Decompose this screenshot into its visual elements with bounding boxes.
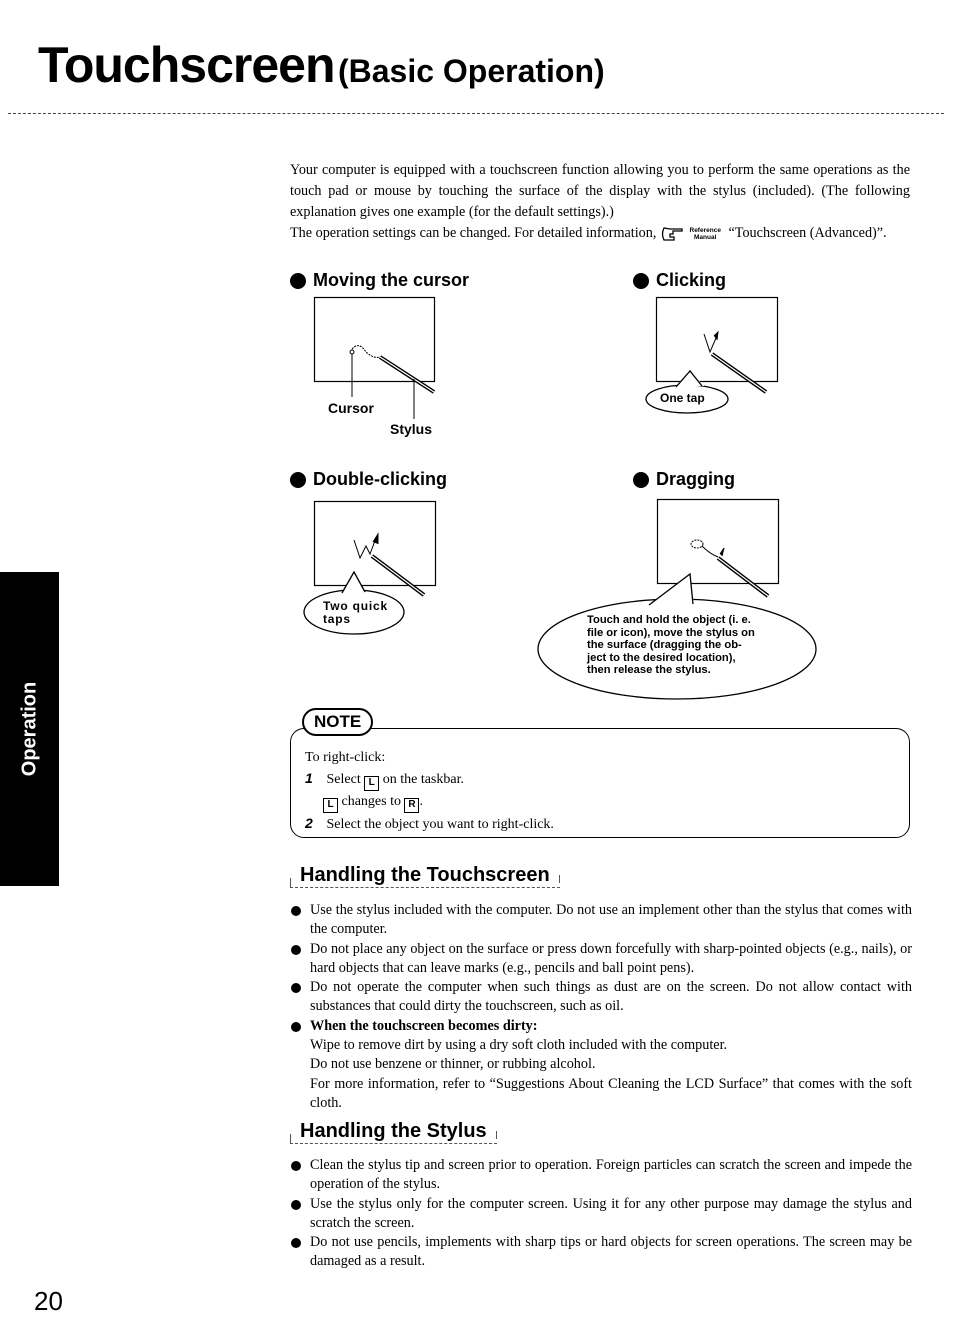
r-key-icon: R (404, 798, 420, 813)
bullet-dot-icon (290, 272, 306, 289)
intro-paragraph-2-after: “Touchscreen (Advanced)”. (728, 225, 887, 241)
list-item: Do not use pencils, implements with shar… (290, 1233, 912, 1272)
list-item: Clean the stylus tip and screen prior to… (290, 1156, 912, 1195)
page-title: Touchscreen (Basic Operation) (38, 36, 605, 94)
note-step-1-before: Select (326, 772, 361, 787)
page-title-sub: (Basic Operation) (337, 53, 605, 89)
handling-stylus-list: Clean the stylus tip and screen prior to… (290, 1156, 912, 1272)
heading-dragging-text: Dragging (656, 469, 735, 489)
bubble-dragging-line: ject to the desired location), (587, 651, 736, 664)
bullet-dot-icon (290, 471, 306, 488)
heading-handling-touchscreen: Handling the Touchscreen (290, 864, 560, 888)
note-step-2: 2 Select the object you want to right-cl… (305, 813, 554, 835)
note-step-1: 1 Select L on the taskbar. (305, 768, 554, 791)
list-item: Do not place any object on the surface o… (290, 940, 912, 979)
page-number: 20 (34, 1286, 63, 1316)
title-divider (8, 113, 944, 114)
heading-clicking: Clicking (633, 270, 726, 291)
reference-label-bottom: Manual (694, 233, 717, 241)
note-step-1-after: on the taskbar. (382, 772, 464, 787)
heading-double-clicking-text: Double-clicking (313, 469, 448, 489)
section-side-tab: Operation (0, 572, 59, 886)
screen-drag-drawing (537, 498, 817, 700)
handling-touchscreen-list: Use the stylus included with the compute… (290, 901, 912, 1113)
bubble-dragging-line: file or icon), move the stylus on (587, 626, 755, 639)
reference-manual-label: Reference Manual (690, 227, 721, 241)
intro-text: Your computer is equipped with a touchsc… (290, 160, 910, 244)
bubble-dragging-line: the surface (dragging the ob- (587, 639, 742, 651)
note-body: To right-click: 1 Select L on the taskba… (305, 747, 554, 835)
note-step-2-text: Select the object you want to right-clic… (326, 817, 554, 832)
bullet-dot-icon (633, 471, 649, 488)
list-item: Use the stylus included with the compute… (290, 901, 912, 940)
bubble-one-tap: One tap (660, 391, 705, 405)
bubble-dragging-instructions: Touch and hold the object (i. e. file or… (587, 614, 755, 677)
bubble-dragging-line: then release the stylus. (587, 664, 711, 676)
heading-dragging: Dragging (633, 469, 735, 490)
bubble-two-quick-taps-line2: taps (323, 611, 351, 626)
dirty-heading: When the touchscreen becomes dirty: (310, 1017, 538, 1034)
note-intro: To right-click: (305, 750, 386, 765)
list-item: Use the stylus only for the computer scr… (290, 1195, 912, 1234)
l-key-icon: L (364, 776, 380, 791)
note-step-1-number: 1 (305, 770, 313, 786)
l-key-icon: L (323, 798, 338, 813)
note-step-1b-middle: changes to (341, 794, 401, 809)
label-cursor: Cursor (328, 400, 374, 416)
heading-moving-cursor-text: Moving the cursor (313, 270, 470, 290)
label-stylus: Stylus (390, 421, 433, 437)
bubble-two-quick-taps-line1: Two quick (323, 599, 388, 613)
bubble-dragging-line: Touch and hold the object (i. e. (587, 614, 751, 626)
heading-clicking-text: Clicking (656, 270, 727, 290)
list-item-dirty: When the touchscreen becomes dirty: Wipe… (290, 1017, 912, 1113)
pointing-hand-icon (661, 227, 683, 241)
dirty-line: For more information, refer to “Suggesti… (310, 1075, 912, 1111)
note-step-2-number: 2 (305, 815, 313, 831)
page-title-main: Touchscreen (38, 37, 335, 93)
bubble-two-quick-taps: Two quick taps (323, 600, 388, 625)
intro-paragraph-2-before: The operation settings can be changed. F… (290, 225, 657, 241)
reference-label-top: Reference (689, 226, 721, 234)
intro-paragraph-2: The operation settings can be changed. F… (290, 223, 910, 244)
list-item: Do not operate the computer when such th… (290, 978, 912, 1017)
dirty-line: Wipe to remove dirt by using a dry soft … (310, 1037, 728, 1054)
note-tag: NOTE (302, 708, 374, 736)
intro-paragraph-1: Your computer is equipped with a touchsc… (290, 162, 910, 220)
note-step-1b-end: . (419, 794, 423, 809)
illustration-dragging (536, 498, 826, 713)
dirty-line: Do not use benzene or thinner, or rubbin… (310, 1056, 596, 1073)
screen-stylus-drawing (313, 296, 436, 419)
heading-double-clicking: Double-clicking (290, 469, 447, 490)
bullet-dot-icon (633, 272, 649, 289)
heading-moving-cursor: Moving the cursor (290, 270, 469, 291)
heading-handling-stylus: Handling the Stylus (290, 1120, 497, 1144)
side-tab-label: Operation (18, 681, 40, 777)
note-step-1b: L changes to R. (305, 791, 554, 813)
